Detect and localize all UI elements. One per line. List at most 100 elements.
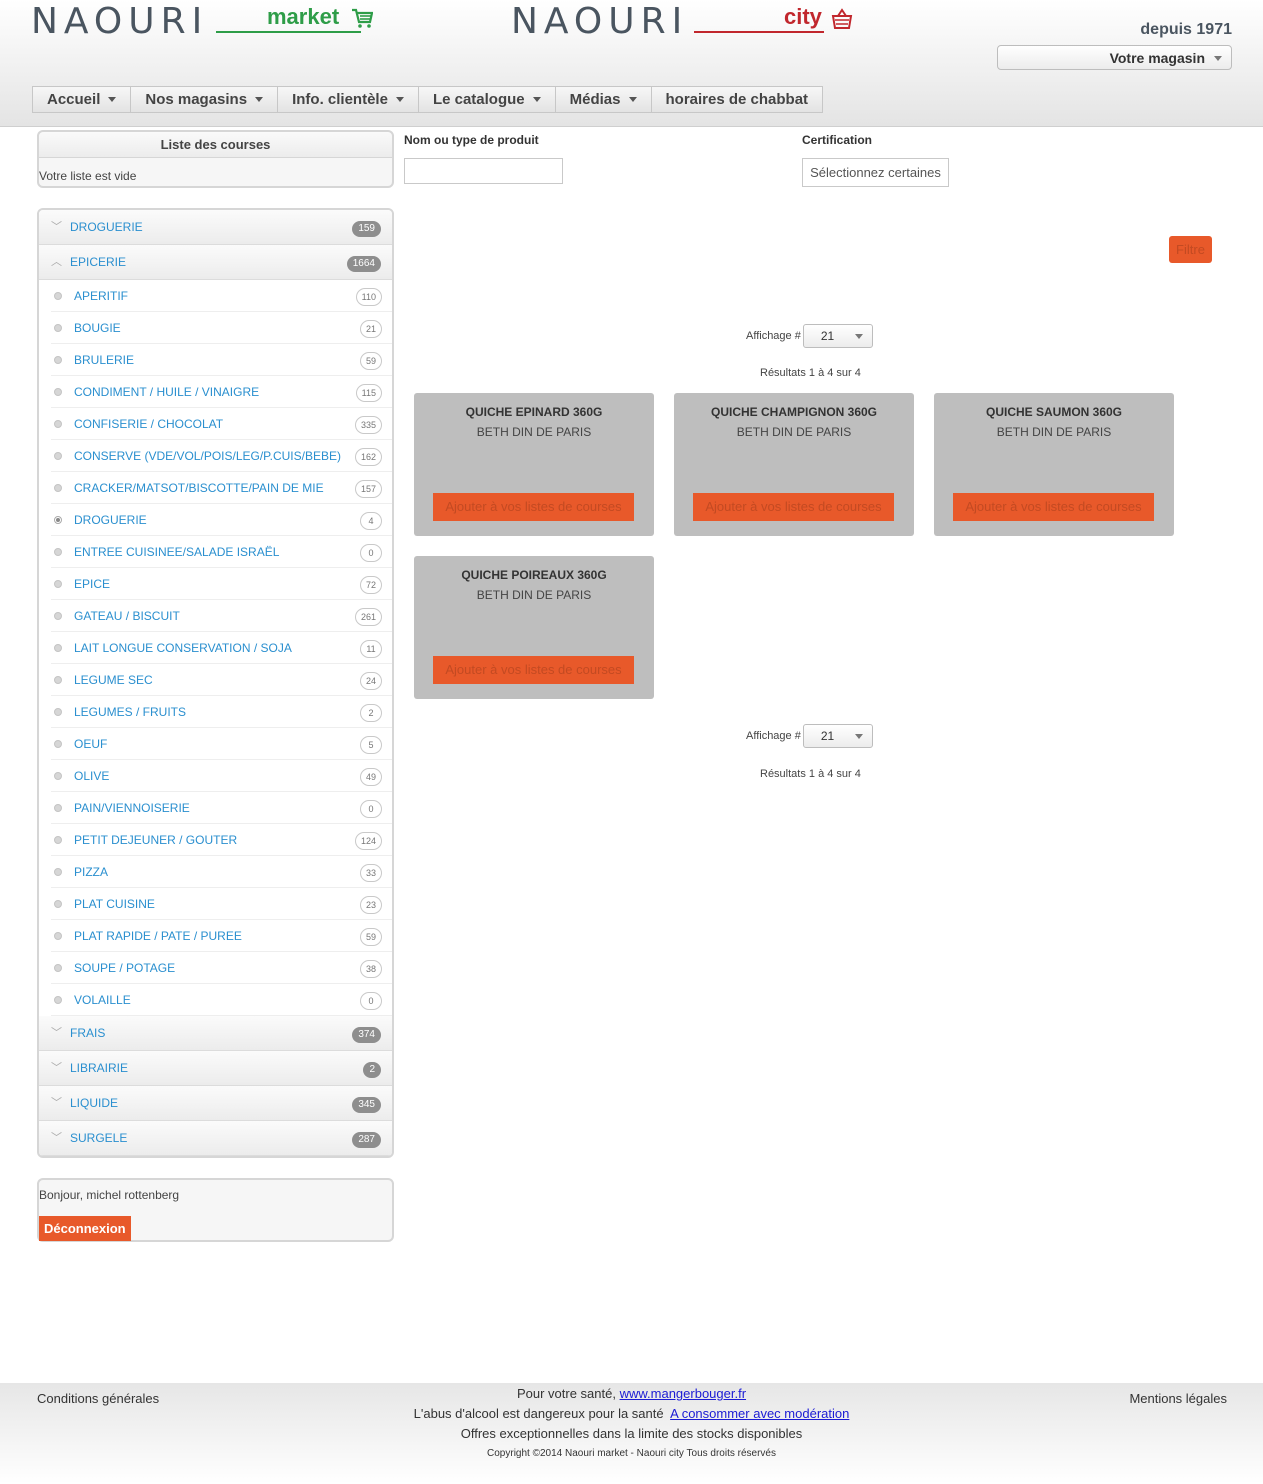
radio-dot-icon — [54, 772, 62, 780]
category-liquide[interactable]: ﹀ LIQUIDE 345 — [39, 1086, 392, 1121]
subcategory-item[interactable]: LEGUMES / FRUITS 2 — [51, 696, 392, 728]
subcategory-count: 110 — [355, 288, 382, 306]
subcategory-item[interactable]: OLIVE 49 — [51, 760, 392, 792]
logout-button[interactable]: Déconnexion — [39, 1216, 131, 1241]
nav-nos-magasins[interactable]: Nos magasins — [131, 87, 279, 112]
nav-horaires-chabbat-label: horaires de chabbat — [665, 91, 809, 108]
store-select-label: Votre magasin — [1109, 50, 1205, 66]
subcategory-item[interactable]: BOUGIE 21 — [51, 312, 392, 344]
product-card: QUICHE POIREAUX 360G BETH DIN DE PARIS A… — [414, 556, 654, 699]
category-epicerie[interactable]: ︿ EPICERIE 1664 — [39, 245, 392, 280]
subcategory-item[interactable]: SOUPE / POTAGE 38 — [51, 952, 392, 984]
subcategory-item[interactable]: LAIT LONGUE CONSERVATION / SOJA 11 — [51, 632, 392, 664]
radio-dot-icon — [54, 644, 62, 652]
subcategory-count: 38 — [359, 960, 382, 978]
subcategory-label: LEGUME SEC — [74, 673, 153, 687]
product-search-input[interactable] — [404, 158, 563, 184]
certification-select[interactable]: Sélectionnez certaines — [802, 158, 949, 187]
subcategory-count: 0 — [360, 800, 382, 818]
product-card: QUICHE SAUMON 360G BETH DIN DE PARIS Ajo… — [934, 393, 1174, 536]
add-to-list-button[interactable]: Ajouter à vos listes de courses — [433, 493, 634, 521]
subcategory-count: 335 — [354, 416, 382, 434]
subcategory-count: 11 — [360, 640, 382, 658]
naouri-city-logo[interactable]: NAOURI city — [511, 2, 856, 42]
subcategory-count: 0 — [360, 992, 382, 1010]
subcategory-item[interactable]: VOLAILLE 0 — [51, 984, 392, 1016]
subcategory-item[interactable]: CONDIMENT / HUILE / VINAIGRE 115 — [51, 376, 392, 408]
subcategory-label: PETIT DEJEUNER / GOUTER — [74, 833, 238, 847]
subcategory-label: CONSERVE (VDE/VOL/POIS/LEG/P.CUIS/BEBE) — [74, 449, 341, 463]
product-name: QUICHE CHAMPIGNON 360G — [710, 405, 878, 419]
subcategory-item[interactable]: PETIT DEJEUNER / GOUTER 124 — [51, 824, 392, 856]
subcategory-item[interactable]: DROGUERIE 4 — [51, 504, 392, 536]
subcategory-label: LEGUMES / FRUITS — [74, 705, 187, 719]
nav-medias[interactable]: Médias — [556, 87, 652, 112]
subcategory-count: 261 — [354, 608, 382, 626]
subcategory-label: EPICE — [74, 577, 111, 591]
moderation-link[interactable]: A consommer avec modération — [670, 1406, 849, 1421]
nav-accueil[interactable]: Accueil — [33, 87, 132, 112]
subcategory-label: DROGUERIE — [74, 513, 147, 527]
subcategory-item[interactable]: PIZZA 33 — [51, 856, 392, 888]
shopping-list-title: Liste des courses — [39, 132, 392, 158]
category-count: 345 — [352, 1097, 381, 1113]
filter-button[interactable]: Filtre — [1169, 236, 1212, 263]
subcategory-count: 2 — [360, 704, 382, 722]
add-to-list-button[interactable]: Ajouter à vos listes de courses — [953, 493, 1154, 521]
radio-dot-icon — [54, 900, 62, 908]
product-brand: BETH DIN DE PARIS — [476, 425, 592, 439]
brand-city-line — [694, 31, 824, 33]
category-label: FRAIS — [70, 1026, 106, 1040]
results-count-bottom: Résultats 1 à 4 sur 4 — [760, 768, 861, 780]
subcategory-count: 24 — [359, 672, 382, 690]
per-page-label: Affichage # — [746, 330, 801, 342]
subcategory-item[interactable]: ENTREE CUISINEE/SALADE ISRAËL 0 — [51, 536, 392, 568]
product-name: QUICHE POIREAUX 360G — [461, 568, 607, 582]
subcategory-item[interactable]: OEUF 5 — [51, 728, 392, 760]
subcategory-label: ENTREE CUISINEE/SALADE ISRAËL — [74, 545, 280, 559]
chevron-down-icon — [1214, 56, 1222, 61]
subcategory-item[interactable]: PAIN/VIENNOISERIE 0 — [51, 792, 392, 824]
subcategory-item[interactable]: PLAT RAPIDE / PATE / PUREE 59 — [51, 920, 392, 952]
chevron-down-icon: ﹀ — [51, 1097, 62, 1109]
product-name: QUICHE SAUMON 360G — [985, 405, 1123, 419]
add-to-list-button[interactable]: Ajouter à vos listes de courses — [433, 656, 634, 684]
subcategory-count: 4 — [360, 512, 382, 530]
subcategory-item[interactable]: APERITIF 110 — [51, 280, 392, 312]
radio-dot-icon — [54, 804, 62, 812]
nav-horaires-chabbat[interactable]: horaires de chabbat — [652, 87, 823, 112]
category-librairie[interactable]: ﹀ LIBRAIRIE 2 — [39, 1051, 392, 1086]
radio-dot-icon — [54, 996, 62, 1004]
per-page-select[interactable]: 21 — [802, 724, 873, 748]
subcategory-item[interactable]: BRULERIE 59 — [51, 344, 392, 376]
main-nav: Accueil Nos magasins Info. clientèle Le … — [32, 86, 824, 113]
subcategory-label: CONDIMENT / HUILE / VINAIGRE — [74, 385, 260, 399]
subcategory-item[interactable]: PLAT CUISINE 23 — [51, 888, 392, 920]
nav-info-clientele[interactable]: Info. clientèle — [278, 87, 419, 112]
category-label: LIBRAIRIE — [70, 1061, 129, 1075]
site-header: NAOURI market NAOURI city depuis 1971 Vo… — [0, 0, 1263, 127]
radio-dot-icon — [54, 548, 62, 556]
nav-catalogue[interactable]: Le catalogue — [419, 87, 556, 112]
subcategory-item[interactable]: GATEAU / BISCUIT 261 — [51, 600, 392, 632]
subcategory-item[interactable]: CONSERVE (VDE/VOL/POIS/LEG/P.CUIS/BEBE) 1… — [51, 440, 392, 472]
radio-dot-icon — [54, 356, 62, 364]
add-to-list-button[interactable]: Ajouter à vos listes de courses — [693, 493, 894, 521]
mangerbouger-link[interactable]: www.mangerbouger.fr — [620, 1386, 746, 1401]
category-surgele[interactable]: ﹀ SURGELE 287 — [39, 1121, 392, 1156]
naouri-market-logo[interactable]: NAOURI market — [31, 2, 376, 42]
per-page-select[interactable]: 21 — [802, 324, 873, 348]
nav-medias-label: Médias — [569, 91, 621, 108]
category-count: 2 — [363, 1062, 381, 1078]
store-select[interactable]: Votre magasin — [997, 45, 1232, 70]
product-brand: BETH DIN DE PARIS — [476, 588, 592, 602]
subcategory-item[interactable]: LEGUME SEC 24 — [51, 664, 392, 696]
subcategory-item[interactable]: EPICE 72 — [51, 568, 392, 600]
category-droguerie[interactable]: ﹀ DROGUERIE 159 — [39, 210, 392, 245]
subcategory-item[interactable]: CRACKER/MATSOT/BISCOTTE/PAIN DE MIE 157 — [51, 472, 392, 504]
subcategory-item[interactable]: CONFISERIE / CHOCOLAT 335 — [51, 408, 392, 440]
product-brand: BETH DIN DE PARIS — [996, 425, 1112, 439]
category-frais[interactable]: ﹀ FRAIS 374 — [39, 1016, 392, 1051]
product-name: QUICHE EPINARD 360G — [465, 405, 603, 419]
subcategory-label: VOLAILLE — [74, 993, 131, 1007]
